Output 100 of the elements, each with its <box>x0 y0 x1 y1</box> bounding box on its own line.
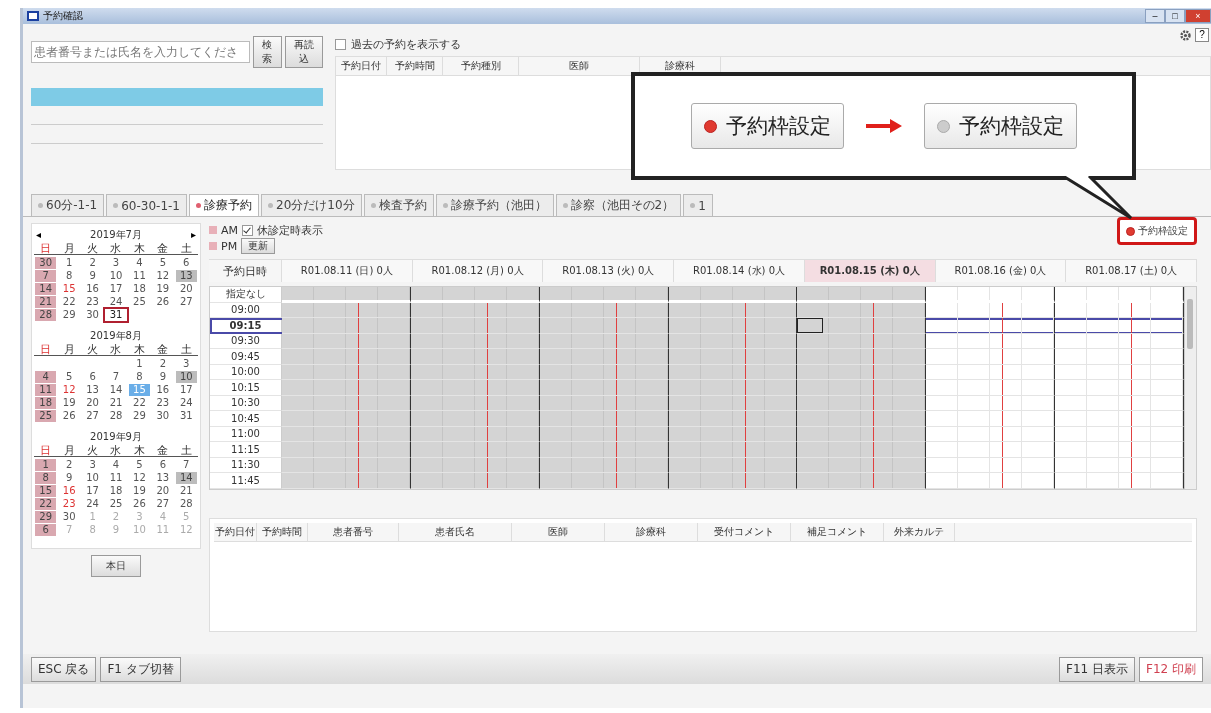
column-header[interactable]: 患者氏名 <box>399 522 512 541</box>
refresh-button[interactable]: 更新 <box>241 238 276 254</box>
column-header[interactable]: 補足コメント <box>791 522 884 541</box>
calendar-day[interactable]: 13 <box>175 269 197 282</box>
calendar-day[interactable]: 21 <box>105 396 127 409</box>
calendar-day[interactable]: 1 <box>35 458 57 471</box>
next-month-button[interactable]: ▸ <box>191 229 196 240</box>
calendar-day[interactable]: 30 <box>58 510 80 523</box>
calendar-day[interactable]: 22 <box>58 295 80 308</box>
calendar-day[interactable]: 26 <box>128 497 151 510</box>
slot-setting-button[interactable]: 予約枠設定 <box>923 103 1077 149</box>
calendar-day[interactable]: 24 <box>81 497 104 510</box>
calendar-day[interactable]: 25 <box>128 295 151 308</box>
time-slot[interactable] <box>926 318 1056 334</box>
calendar-day[interactable]: 7 <box>105 370 127 383</box>
column-header[interactable]: 受付コメント <box>698 522 791 541</box>
function-key-button[interactable]: ESC 戻る <box>31 656 97 682</box>
tab[interactable]: 診察（池田その2） <box>555 194 682 216</box>
calendar-day[interactable]: 28 <box>175 497 197 510</box>
calendar-day[interactable]: 8 <box>35 471 57 484</box>
function-key-button[interactable]: F1 タブ切替 <box>100 656 181 682</box>
time-slot[interactable] <box>668 318 798 334</box>
column-header[interactable]: 予約日付 <box>336 57 387 75</box>
function-key-button[interactable]: F12 印刷 <box>1139 656 1203 682</box>
calendar-day[interactable]: 9 <box>152 370 174 383</box>
calendar-day[interactable]: 3 <box>81 458 104 471</box>
calendar-day[interactable]: 18 <box>105 484 127 497</box>
calendar-day[interactable]: 27 <box>81 409 104 422</box>
calendar-day[interactable]: 17 <box>175 383 197 396</box>
calendar-day[interactable]: 16 <box>58 484 80 497</box>
column-header[interactable]: 患者番号 <box>308 522 399 541</box>
search-button[interactable]: 再読込 <box>284 36 323 68</box>
calendar-day[interactable]: 12 <box>128 471 151 484</box>
calendar-day[interactable]: 1 <box>128 357 151 370</box>
tab[interactable]: 診療予約 <box>189 194 259 216</box>
calendar-day[interactable]: 21 <box>175 484 197 497</box>
calendar-day[interactable]: 14 <box>175 471 197 484</box>
time-slot[interactable] <box>1055 318 1184 334</box>
calendar-day[interactable]: 22 <box>35 497 57 510</box>
previous-month-button[interactable]: ◂ <box>36 229 41 240</box>
calendar-day[interactable]: 30 <box>81 308 104 321</box>
calendar-day[interactable]: 10 <box>81 471 104 484</box>
tab[interactable]: 検査予約 <box>363 194 434 216</box>
column-header[interactable]: 予約日付 <box>214 522 257 541</box>
function-key-button[interactable]: F11 日表示 <box>1059 656 1135 682</box>
calendar-day[interactable]: 30 <box>152 409 174 422</box>
tab[interactable]: 60分-1-1 <box>31 194 105 216</box>
today-button[interactable]: 本日 <box>91 555 141 577</box>
calendar-day[interactable]: 6 <box>175 256 197 269</box>
help-button[interactable]: ? <box>1195 28 1209 42</box>
calendar-day[interactable]: 12 <box>152 269 174 282</box>
day-header[interactable]: R01.08.14 (水) 0人 <box>674 260 805 282</box>
calendar-day[interactable]: 24 <box>105 295 127 308</box>
calendar-day[interactable]: 25 <box>35 409 57 422</box>
calendar-day[interactable]: 14 <box>35 282 57 295</box>
search-button[interactable]: 検索 <box>252 36 282 68</box>
tab[interactable]: 診療予約（池田） <box>435 194 554 216</box>
calendar-day[interactable]: 2 <box>152 357 174 370</box>
calendar-day[interactable]: 27 <box>175 295 197 308</box>
calendar-day[interactable]: 17 <box>81 484 104 497</box>
day-header[interactable]: R01.08.12 (月) 0人 <box>412 260 544 282</box>
search-field[interactable]: 患者番号または氏名を入力してくださ <box>31 41 250 63</box>
calendar-day[interactable]: 4 <box>35 370 57 383</box>
calendar-day[interactable]: 2 <box>81 256 104 269</box>
calendar-day[interactable]: 6 <box>152 458 174 471</box>
column-header[interactable]: 診療科 <box>605 522 698 541</box>
day-header[interactable]: R01.08.17 (土) 0人 <box>1066 260 1198 282</box>
calendar-day[interactable]: 15 <box>58 282 80 295</box>
calendar-day[interactable]: 2 <box>58 458 80 471</box>
calendar-day[interactable]: 24 <box>175 396 197 409</box>
calendar-day[interactable]: 13 <box>81 383 104 396</box>
calendar-day[interactable]: 13 <box>152 471 174 484</box>
column-header[interactable]: 予約時間 <box>387 57 443 75</box>
calendar-day[interactable]: 17 <box>105 282 127 295</box>
day-header[interactable]: R01.08.11 (日) 0人 <box>282 260 413 282</box>
window-control[interactable]: × <box>1185 9 1211 23</box>
calendar-day[interactable]: 19 <box>128 484 151 497</box>
calendar-day[interactable]: 19 <box>58 396 80 409</box>
tab[interactable]: 20分だけ10分 <box>261 194 362 216</box>
calendar-day[interactable]: 10 <box>175 370 197 383</box>
calendar-day[interactable]: 9 <box>58 471 80 484</box>
calendar-day[interactable]: 26 <box>152 295 174 308</box>
calendar-day[interactable]: 8 <box>58 269 80 282</box>
calendar-day[interactable]: 14 <box>105 383 127 396</box>
window-control[interactable]: □ <box>1165 9 1185 23</box>
calendar-day[interactable]: 9 <box>81 269 104 282</box>
calendar-day[interactable]: 22 <box>128 396 151 409</box>
calendar-day[interactable]: 4 <box>128 256 151 269</box>
calendar-day[interactable]: 16 <box>152 383 174 396</box>
calendar-day[interactable]: 30 <box>35 256 57 269</box>
calendar-day[interactable]: 8 <box>128 370 151 383</box>
calendar-day[interactable]: 12 <box>58 383 80 396</box>
calendar-day[interactable]: 23 <box>152 396 174 409</box>
day-header[interactable]: R01.08.13 (火) 0人 <box>543 260 675 282</box>
window-control[interactable]: – <box>1145 9 1165 23</box>
calendar-day[interactable]: 5 <box>152 256 174 269</box>
calendar-day[interactable]: 29 <box>128 409 151 422</box>
calendar-day[interactable]: 25 <box>105 497 127 510</box>
calendar-day[interactable]: 31 <box>175 409 197 422</box>
calendar-day[interactable]: 7 <box>35 269 57 282</box>
